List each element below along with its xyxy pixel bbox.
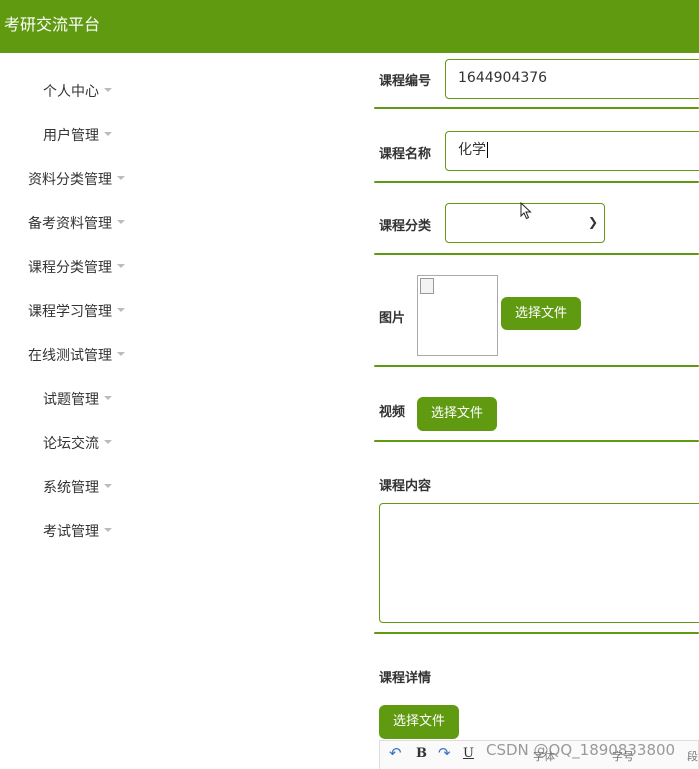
underline-button[interactable]: U <box>463 746 474 761</box>
course-id-input[interactable]: 1644904376 <box>445 59 699 99</box>
field-divider <box>374 365 699 367</box>
field-divider <box>374 632 699 634</box>
field-divider <box>374 440 699 442</box>
sidebar-item-online-test[interactable]: 在线测试管理 <box>28 345 125 365</box>
sidebar-item-question-management[interactable]: 试题管理 <box>43 389 112 409</box>
text-caret <box>487 142 488 158</box>
sidebar-item-label: 用户管理 <box>43 128 99 144</box>
sidebar-item-label: 论坛交流 <box>43 436 99 452</box>
caret-down-icon <box>104 396 112 400</box>
undo-icon[interactable]: ↶ <box>389 744 402 762</box>
sidebar-item-label: 资料分类管理 <box>28 172 112 188</box>
top-header-bar: 考研交流平台 <box>0 0 699 53</box>
paragraph-select[interactable]: 段 <box>687 748 698 764</box>
sidebar-item-label: 系统管理 <box>43 480 99 496</box>
sidebar-item-course-study[interactable]: 课程学习管理 <box>28 301 125 321</box>
broken-image-icon <box>420 278 434 294</box>
video-label: 视频 <box>379 405 406 420</box>
video-choose-file-button[interactable]: 选择文件 <box>417 397 497 431</box>
course-details-label: 课程详情 <box>379 671 432 686</box>
app-title: 考研交流平台 <box>4 15 101 34</box>
sidebar-item-material-category[interactable]: 资料分类管理 <box>28 169 125 189</box>
details-choose-file-button[interactable]: 选择文件 <box>379 705 459 739</box>
chevron-down-icon: ❯ <box>587 215 598 229</box>
sidebar-item-label: 课程分类管理 <box>28 260 112 276</box>
caret-down-icon <box>117 220 125 224</box>
sidebar-item-user-management[interactable]: 用户管理 <box>43 125 112 145</box>
caret-down-icon <box>104 484 112 488</box>
sidebar-item-exam-management[interactable]: 考试管理 <box>43 521 112 541</box>
sidebar-item-course-category[interactable]: 课程分类管理 <box>28 257 125 277</box>
image-preview <box>417 275 498 356</box>
caret-down-icon <box>117 308 125 312</box>
sidebar-item-label: 在线测试管理 <box>28 348 112 364</box>
sidebar-item-system-management[interactable]: 系统管理 <box>43 477 112 497</box>
field-divider <box>374 107 699 109</box>
course-category-label: 课程分类 <box>379 219 432 234</box>
bold-button[interactable]: B <box>416 746 427 761</box>
course-content-label: 课程内容 <box>379 479 432 494</box>
redo-icon[interactable]: ↷ <box>438 744 451 762</box>
course-name-label: 课程名称 <box>379 147 432 162</box>
caret-down-icon <box>104 88 112 92</box>
caret-down-icon <box>117 264 125 268</box>
caret-down-icon <box>117 176 125 180</box>
image-choose-file-button[interactable]: 选择文件 <box>501 297 581 330</box>
course-id-label: 课程编号 <box>379 74 432 89</box>
course-name-value: 化学 <box>458 142 486 158</box>
caret-down-icon <box>117 352 125 356</box>
sidebar-item-label: 个人中心 <box>43 84 99 100</box>
caret-down-icon <box>104 440 112 444</box>
sidebar-item-label: 试题管理 <box>43 392 99 408</box>
sidebar-item-prep-material[interactable]: 备考资料管理 <box>28 213 125 233</box>
sidebar-item-label: 课程学习管理 <box>28 304 112 320</box>
field-divider <box>374 253 699 255</box>
sidebar-item-label: 备考资料管理 <box>28 216 112 232</box>
caret-down-icon <box>104 528 112 532</box>
watermark: CSDN @QQ_1890833800 <box>486 741 676 759</box>
sidebar-item-personal-center[interactable]: 个人中心 <box>43 81 112 101</box>
mouse-pointer-icon <box>520 201 532 224</box>
course-name-input[interactable]: 化学 <box>445 131 699 171</box>
sidebar-item-forum[interactable]: 论坛交流 <box>43 433 112 453</box>
course-content-textarea[interactable] <box>379 503 699 623</box>
caret-down-icon <box>104 132 112 136</box>
image-label: 图片 <box>379 311 406 326</box>
field-divider <box>374 181 699 183</box>
sidebar-menu: 个人中心 用户管理 资料分类管理 备考资料管理 课程分类管理 课程学习管理 在线… <box>0 53 360 769</box>
sidebar-item-label: 考试管理 <box>43 524 99 540</box>
